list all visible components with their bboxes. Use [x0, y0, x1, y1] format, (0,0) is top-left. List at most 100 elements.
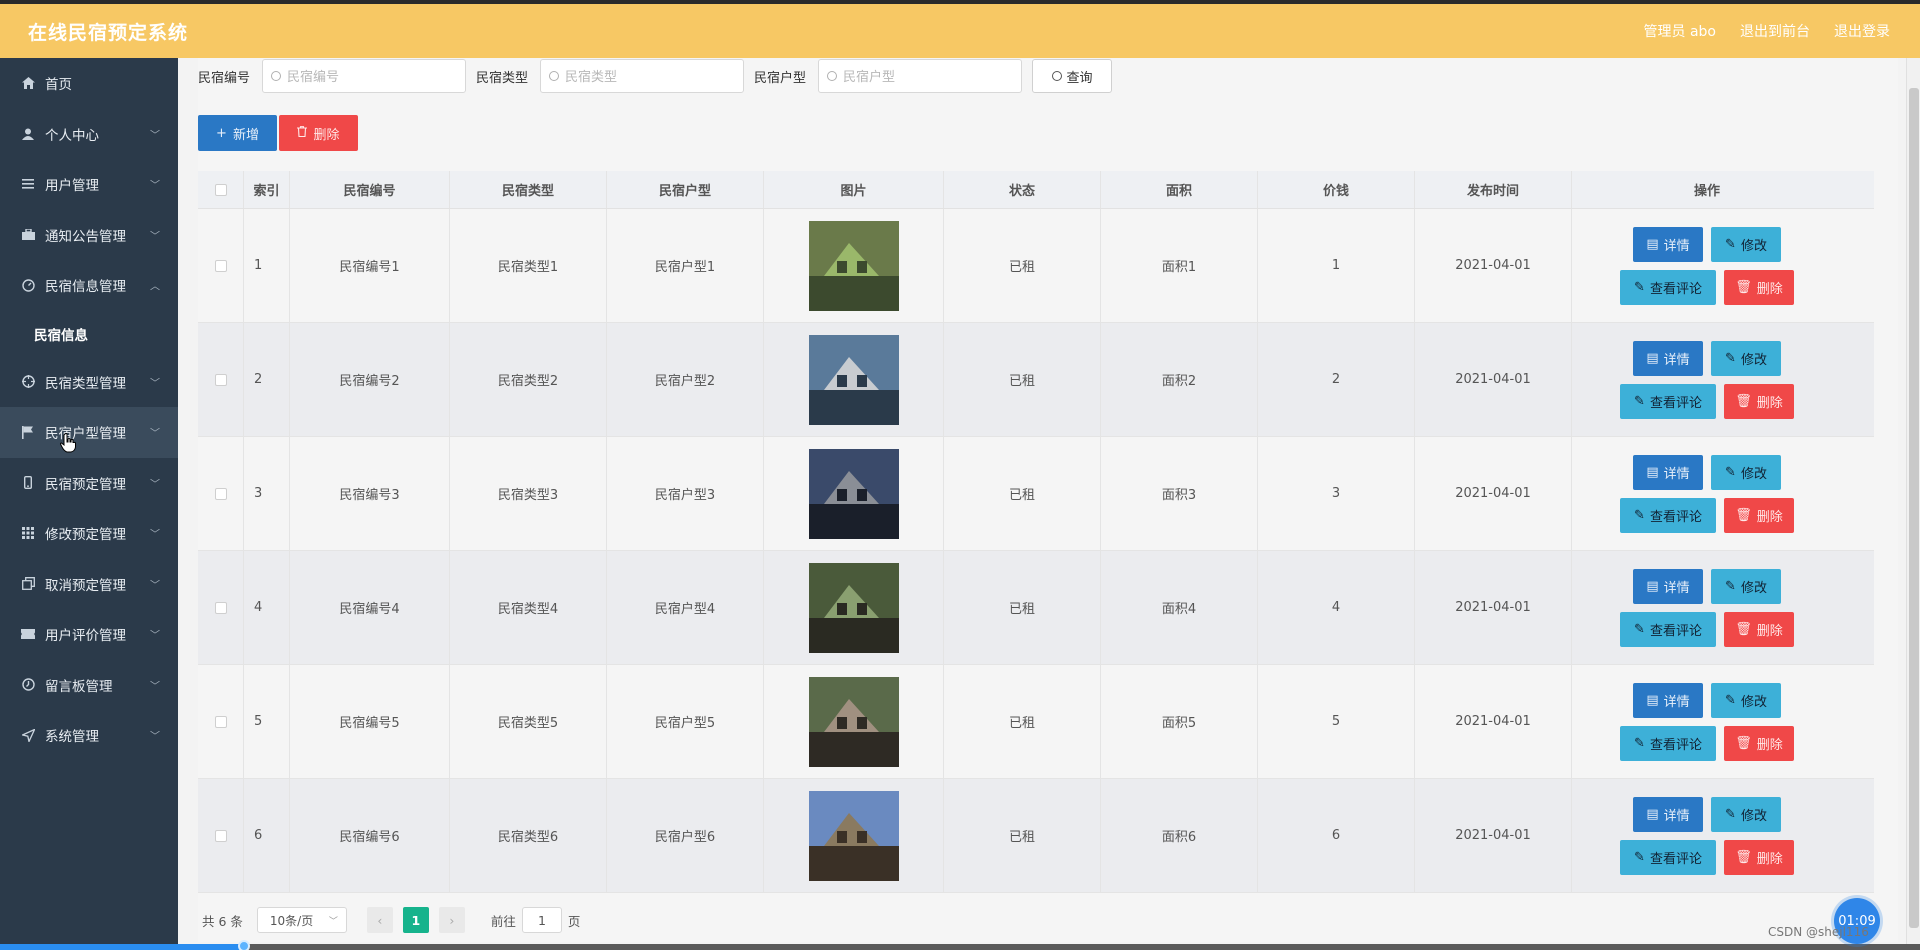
- sidebar-item-home[interactable]: 首页: [0, 58, 178, 109]
- sidebar-item-system-management[interactable]: 系统管理 ﹀: [0, 710, 178, 761]
- row-checkbox[interactable]: [214, 259, 227, 272]
- row-checkbox[interactable]: [214, 715, 227, 728]
- search-field-type[interactable]: [565, 68, 736, 84]
- document-icon: ▤: [1646, 464, 1659, 480]
- search-field-room[interactable]: [843, 68, 1014, 84]
- search-input-type[interactable]: [540, 59, 745, 93]
- homestay-photo[interactable]: [808, 334, 899, 425]
- view-reviews-button[interactable]: ✎ 查看评论: [1620, 839, 1716, 875]
- view-reviews-button[interactable]: ✎ 查看评论: [1620, 269, 1716, 305]
- page-size-select[interactable]: 10条/页 ﹀: [256, 907, 347, 933]
- homestay-photo[interactable]: [808, 562, 899, 653]
- detail-button[interactable]: ▤ 详情: [1633, 454, 1703, 490]
- search-input-room[interactable]: [818, 59, 1023, 93]
- scrollbar-thumb[interactable]: [1909, 88, 1919, 928]
- edit-label: 修改: [1740, 580, 1767, 596]
- clock-icon: [20, 677, 36, 693]
- search-icon: [271, 71, 282, 81]
- view-reviews-button[interactable]: ✎ 查看评论: [1620, 725, 1716, 761]
- sidebar-item-label: 取消预定管理: [45, 577, 126, 594]
- chevron-down-icon: ﹀: [150, 130, 160, 142]
- page-number-current[interactable]: 1: [402, 907, 429, 933]
- edit-button[interactable]: ✎ 修改: [1711, 568, 1781, 604]
- logout-link[interactable]: 退出登录: [1834, 21, 1890, 41]
- sidebar: 首页 个人中心 ﹀ 用户管理 ﹀ 通知公告管理 ﹀ 民宿信息管理 ︿ 民宿信息 …: [0, 58, 178, 950]
- sidebar-item-user-review-management[interactable]: 用户评价管理 ﹀: [0, 609, 178, 660]
- homestay-photo[interactable]: [808, 220, 899, 311]
- row-checkbox[interactable]: [214, 829, 227, 842]
- progress-fill: [0, 944, 243, 950]
- search-input-no[interactable]: [262, 59, 467, 93]
- search-icon: [549, 71, 560, 81]
- cell-operations: ▤ 详情 ✎ 修改 ✎ 查看评论 🗑 删除: [1572, 209, 1842, 322]
- table-row: 2 民宿编号2 民宿类型2 民宿户型2 已租 面积2 2 2021-04-01 ▤ 详情 ✎ 修改 ✎ 查…: [198, 323, 1874, 437]
- header-room: 民宿户型: [607, 171, 764, 208]
- sidebar-item-cancel-booking-management[interactable]: 取消预定管理 ﹀: [0, 559, 178, 610]
- cell-time: 2021-04-01: [1415, 551, 1572, 664]
- detail-button[interactable]: ▤ 详情: [1633, 340, 1703, 376]
- homestay-photo[interactable]: [808, 790, 899, 881]
- top-header: 在线民宿预定系统 管理员 abo 退出到前台 退出登录: [0, 0, 1920, 58]
- add-button[interactable]: + 新增: [198, 115, 277, 151]
- row-checkbox[interactable]: [214, 373, 227, 386]
- total-count: 共 6 条: [202, 913, 243, 929]
- detail-button[interactable]: ▤ 详情: [1633, 796, 1703, 832]
- sidebar-subitem-homestay-info[interactable]: 民宿信息: [0, 311, 178, 357]
- edit-button[interactable]: ✎ 修改: [1711, 340, 1781, 376]
- sidebar-item-notice-management[interactable]: 通知公告管理 ﹀: [0, 210, 178, 261]
- sidebar-item-user-management[interactable]: 用户管理 ﹀: [0, 159, 178, 210]
- query-button[interactable]: 查询: [1032, 59, 1113, 93]
- goto-page-input[interactable]: 1: [521, 907, 562, 933]
- row-delete-button[interactable]: 🗑 删除: [1724, 497, 1794, 533]
- cell-time: 2021-04-01: [1415, 779, 1572, 892]
- detail-button[interactable]: ▤ 详情: [1633, 226, 1703, 262]
- video-progress-bar[interactable]: [0, 940, 1920, 950]
- view-reviews-button[interactable]: ✎ 查看评论: [1620, 611, 1716, 647]
- sidebar-item-homestay-type-management[interactable]: 民宿类型管理 ﹀: [0, 357, 178, 408]
- sidebar-item-modify-booking-management[interactable]: 修改预定管理 ﹀: [0, 508, 178, 559]
- cell-image: [764, 209, 944, 322]
- pagination: 共 6 条 10条/页 ﹀ ‹ 1 › 前往 1 页: [202, 906, 580, 934]
- edit-button[interactable]: ✎ 修改: [1711, 796, 1781, 832]
- row-checkbox[interactable]: [214, 601, 227, 614]
- sidebar-item-label: 系统管理: [45, 729, 99, 746]
- row-delete-button[interactable]: 🗑 删除: [1724, 611, 1794, 647]
- pencil-icon: ✎: [1725, 578, 1736, 594]
- table-row: 5 民宿编号5 民宿类型5 民宿户型5 已租 面积5 5 2021-04-01 ▤ 详情 ✎ 修改 ✎ 查…: [198, 665, 1874, 779]
- homestay-photo[interactable]: [808, 448, 899, 539]
- prev-page-button[interactable]: ‹: [366, 907, 393, 933]
- sidebar-item-label: 民宿信息管理: [45, 279, 126, 296]
- homestay-photo[interactable]: [808, 676, 899, 767]
- vertical-scrollbar[interactable]: [1906, 58, 1920, 950]
- sidebar-item-room-type-management[interactable]: 民宿户型管理 ﹀: [0, 407, 178, 458]
- query-button-label: 查询: [1066, 70, 1093, 86]
- app-title: 在线民宿预定系统: [28, 21, 189, 44]
- edit-button[interactable]: ✎ 修改: [1711, 454, 1781, 490]
- row-checkbox[interactable]: [214, 487, 227, 500]
- hand-cursor-icon: [60, 433, 76, 453]
- pencil-icon: ✎: [1634, 507, 1645, 523]
- progress-knob[interactable]: [238, 940, 250, 950]
- detail-button[interactable]: ▤ 详情: [1633, 682, 1703, 718]
- row-delete-button[interactable]: 🗑 删除: [1724, 269, 1794, 305]
- edit-button[interactable]: ✎ 修改: [1711, 682, 1781, 718]
- row-delete-button[interactable]: 🗑 删除: [1724, 839, 1794, 875]
- edit-button[interactable]: ✎ 修改: [1711, 226, 1781, 262]
- batch-delete-button[interactable]: 删除: [279, 115, 358, 151]
- sidebar-item-booking-management[interactable]: 民宿预定管理 ﹀: [0, 458, 178, 509]
- view-reviews-button[interactable]: ✎ 查看评论: [1620, 383, 1716, 419]
- homestay-table: 索引 民宿编号 民宿类型 民宿户型 图片 状态 面积 价钱 发布时间 操作 1民…: [198, 171, 1874, 893]
- view-reviews-button[interactable]: ✎ 查看评论: [1620, 497, 1716, 533]
- search-field-no[interactable]: [287, 68, 458, 84]
- header-operations: 操作: [1693, 184, 1720, 199]
- exit-to-front-link[interactable]: 退出到前台: [1740, 21, 1810, 41]
- row-delete-button[interactable]: 🗑 删除: [1724, 383, 1794, 419]
- select-all-checkbox[interactable]: [214, 183, 227, 196]
- row-delete-button[interactable]: 🗑 删除: [1724, 725, 1794, 761]
- sidebar-item-message-board-management[interactable]: 留言板管理 ﹀: [0, 660, 178, 711]
- detail-button[interactable]: ▤ 详情: [1633, 568, 1703, 604]
- sidebar-item-personal-center[interactable]: 个人中心 ﹀: [0, 109, 178, 160]
- cell-type: 民宿类型6: [450, 779, 607, 892]
- next-page-button[interactable]: ›: [438, 907, 465, 933]
- sidebar-item-homestay-info-management[interactable]: 民宿信息管理 ︿: [0, 260, 178, 311]
